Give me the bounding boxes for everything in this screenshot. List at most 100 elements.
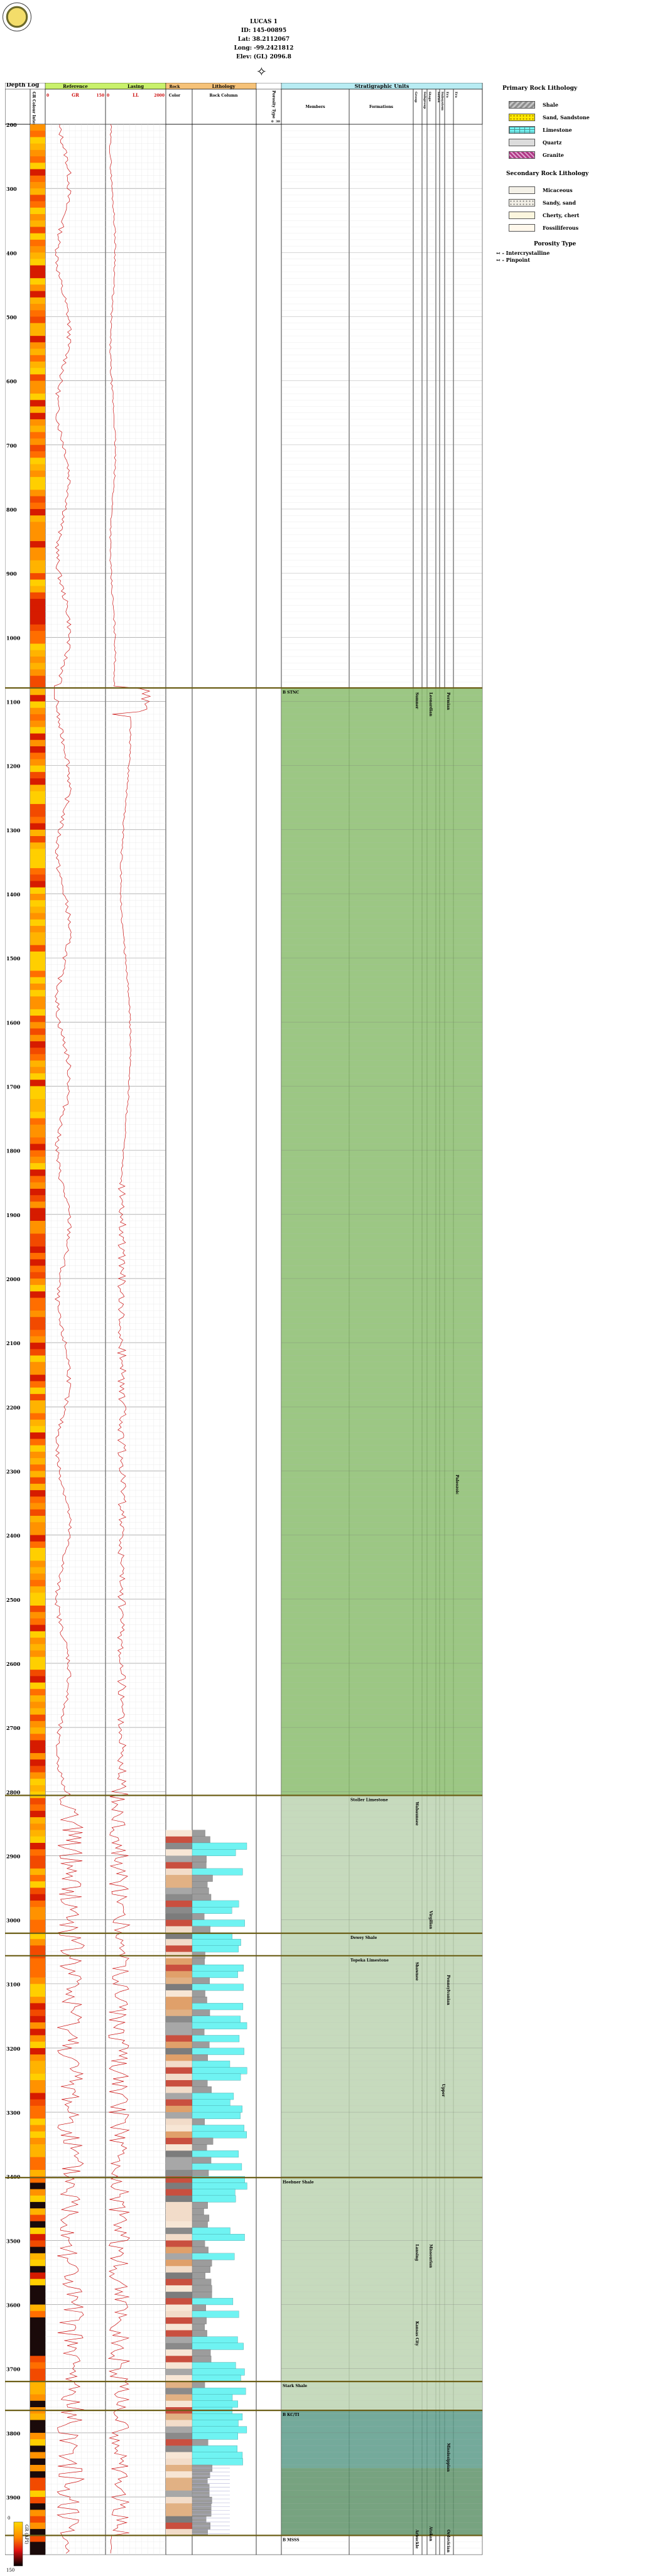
formations-header: Formations (369, 105, 394, 109)
shale-block (192, 1913, 205, 1921)
gr-colour-cell (30, 1663, 45, 1670)
gr-colour-cell (30, 2336, 45, 2344)
gr-colour-cell (30, 2234, 45, 2241)
secondary-lithology-swatch (509, 199, 535, 207)
gr-colour-cell (30, 2240, 45, 2248)
gr-colour-cell (30, 2362, 45, 2369)
gr-colour-cell (30, 1855, 45, 1863)
shale-block (192, 2221, 208, 2228)
gr-colour-cell (30, 893, 45, 901)
gr-colour-cell (30, 1130, 45, 1138)
gr-colour-cell (30, 1567, 45, 1574)
gr-colour-cell (30, 406, 45, 414)
shale-block (192, 1830, 205, 1837)
shale-block (192, 1990, 205, 1997)
well-log-panel: Depth Log GR Colour Intensity Reference GR 0… (5, 83, 502, 2556)
shale-block (192, 2080, 208, 2087)
gr-colour-cell (30, 1836, 45, 1843)
members-header: Members (305, 105, 325, 109)
gr-colour-cell (30, 1483, 45, 1491)
shale-block (192, 2317, 207, 2324)
rock-colour-cell (166, 1958, 192, 1965)
shale-block (192, 1836, 210, 1843)
gr-colour-cell (30, 1965, 45, 1972)
porosity-max-label: 30 (276, 120, 280, 124)
gr-colour-cell (30, 2015, 45, 2023)
gr-colour-cell (30, 2452, 45, 2459)
gr-colour-cell (30, 1220, 45, 1228)
gr-colour-cell (30, 714, 45, 721)
depth-log-header: Depth Log (6, 83, 40, 89)
gr-colour-cell (30, 2202, 45, 2209)
gr-colour-cell (30, 2541, 45, 2549)
gr-colour-cell (30, 227, 45, 234)
secondary-lithology-title: Secondary Rock Lithology (506, 171, 589, 177)
gr-colour-cell (30, 797, 45, 805)
gr-colour-cell (30, 1509, 45, 1516)
depth-tick-label: 1100 (6, 699, 21, 705)
gr-colour-cell (30, 2195, 45, 2203)
rock-colour-cell (166, 2067, 192, 2074)
primary-lithology-item: Limestone (509, 126, 572, 134)
gr-colour-cell (30, 2349, 45, 2356)
limestone-block (192, 2362, 236, 2369)
depth-tick-label: 2200 (6, 1404, 21, 1410)
rock-colour-cell (166, 2234, 192, 2241)
limestone-block (192, 2150, 239, 2158)
strat-unit-label: Leonardian (428, 692, 433, 717)
gr-colour-cell (30, 156, 45, 163)
gr-colour-cell (30, 426, 45, 432)
rock-colour-cell (166, 2420, 192, 2427)
gr-colour-cell (30, 1714, 45, 1722)
gr-colour-cell (30, 1535, 45, 1542)
gr-colour-cell (30, 181, 45, 189)
gr-colour-cell (30, 2022, 45, 2029)
strat-unit-label: Arbuckle (414, 2529, 419, 2548)
gr-colour-cell (30, 919, 45, 926)
gr-colour-cell (30, 1612, 45, 1619)
limestone-block (192, 2253, 235, 2260)
gr-colour-cell (30, 2356, 45, 2363)
gr-colour-cell (30, 926, 45, 933)
gr-colour-cell (30, 1624, 45, 1632)
shale-block (192, 2439, 209, 2446)
rock-colour-cell (166, 2246, 192, 2254)
gr-colour-cell (30, 1150, 45, 1157)
limestone-block (192, 2061, 230, 2068)
gr-colour-cell (30, 2009, 45, 2017)
gr-colour-cell (30, 605, 45, 612)
limestone-block (192, 1971, 238, 1978)
strat-fill-3 (281, 2468, 482, 2536)
gr-colour-cell (30, 1439, 45, 1446)
limestone-block (192, 2227, 230, 2235)
gr-colour-cell (30, 2304, 45, 2312)
gr-scale-max: 150 (6, 2568, 14, 2572)
gr-colour-cell (30, 2144, 45, 2151)
secondary-lithology-label: Fossiliferous (543, 225, 579, 231)
gr-colour-cell (30, 996, 45, 1004)
rock-colour-cell (166, 2400, 192, 2408)
gr-colour-cell (30, 1631, 45, 1638)
gr-colour-cell (30, 1195, 45, 1202)
gr-colour-cell (30, 1676, 45, 1683)
shale-block (192, 2471, 210, 2478)
gr-colour-cell (30, 2317, 45, 2324)
gr-colour-cell (30, 464, 45, 471)
gr-colour-cell (30, 329, 45, 336)
depth-tick-label: 1800 (6, 1148, 21, 1154)
gr-colour-cell (30, 656, 45, 663)
gr-colour-cell (30, 1804, 45, 1811)
gr-colour-cell (30, 316, 45, 324)
rock-colour-cell (166, 2118, 192, 2125)
gr-colour-cell (30, 977, 45, 984)
limestone-block (192, 1919, 245, 1927)
rock-colour-cell (166, 1849, 192, 1856)
shale-block (192, 1997, 207, 2004)
gr-colour-cell (30, 508, 45, 516)
gr-colour-cell (30, 1720, 45, 1728)
rock-colour-cell (166, 1862, 192, 1869)
gr-colour-cell (30, 188, 45, 195)
rock-colour-cell (166, 2272, 192, 2280)
shale-block (192, 1977, 210, 1985)
rock-colour-cell (166, 2214, 192, 2222)
